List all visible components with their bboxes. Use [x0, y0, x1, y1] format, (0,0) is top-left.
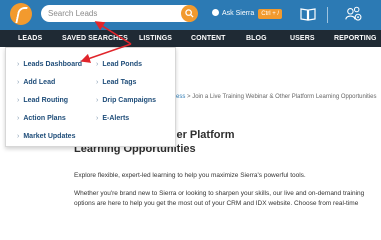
arrow-to-search: [94, 21, 132, 45]
arrow-to-leads-dashboard: [80, 43, 132, 63]
annotation-arrows: [80, 21, 132, 63]
